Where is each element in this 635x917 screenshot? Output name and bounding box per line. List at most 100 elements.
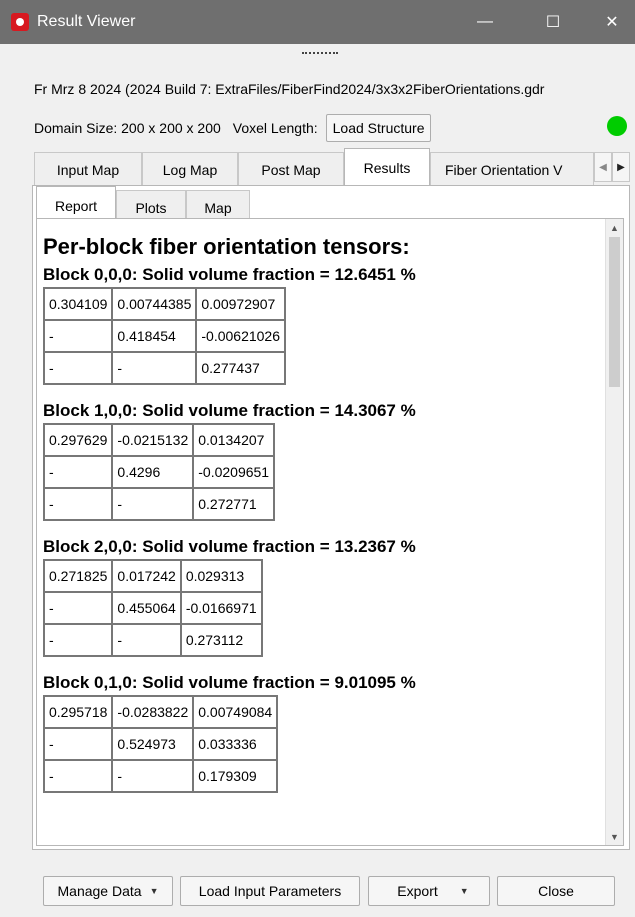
- tab-scroll-left-icon[interactable]: ◀: [594, 152, 612, 182]
- tensor-table: 0.304109 0.00744385 0.00972907 -0.418454 -0…: [43, 287, 287, 385]
- tab-label: Log Map: [162, 161, 218, 178]
- maximize-button[interactable]: ☐: [530, 0, 576, 44]
- block-section: Block 0,1,0: Solid volume fraction = 9.0…: [43, 671, 603, 793]
- tensor-table: 0.297629 -0.0215132 0.0134207 -0.4296 -0.02…: [43, 423, 276, 521]
- table-cell: 0.418454: [112, 320, 197, 352]
- table-cell: 0.033336: [193, 728, 278, 760]
- tab-results[interactable]: Results: [344, 148, 430, 186]
- table-cell: -: [44, 456, 113, 488]
- load-structure-button[interactable]: Load Structure: [325, 114, 432, 142]
- table-cell: -: [44, 760, 113, 792]
- block-title: Block 0,0,0: Solid volume fraction = 12.…: [43, 265, 416, 284]
- table-cell: -: [44, 624, 113, 656]
- block-section: Block 0,0,0: Solid volume fraction = 12.…: [43, 263, 603, 385]
- table-cell: 0.277437: [196, 352, 286, 384]
- tab-label: Fiber Orientation V: [445, 161, 563, 178]
- load-input-parameters-button[interactable]: Load Input Parameters: [180, 876, 360, 906]
- outer-tab-bar: Input Map Log Map Post Map Results Fiber…: [34, 148, 630, 186]
- table-cell: -: [112, 624, 181, 656]
- tab-log-map[interactable]: Log Map: [142, 152, 238, 186]
- table-row: -0.455064 -0.0166971: [44, 592, 262, 624]
- table-cell: 0.304109: [44, 288, 113, 320]
- table-row: - -0.179309: [44, 760, 278, 792]
- table-cell: 0.297629: [44, 424, 113, 456]
- voxel-length-label: Voxel Length:: [232, 120, 318, 136]
- tensor-table: 0.271825 0.017242 0.029313 -0.455064 -0.016…: [43, 559, 263, 657]
- dropdown-arrow-icon: ▼: [149, 886, 159, 896]
- block-section: Block 2,0,0: Solid volume fraction = 13.…: [43, 535, 603, 657]
- table-cell: 0.029313: [180, 560, 262, 592]
- table-row: 0.304109 0.00744385 0.00972907: [44, 288, 286, 320]
- report-document: Per-block fiber orientation tensors: Blo…: [43, 219, 603, 807]
- table-row: 0.295718 -0.0283822 0.00749084: [44, 696, 278, 728]
- table-row: 0.271825 0.017242 0.029313: [44, 560, 262, 592]
- report-view[interactable]: Per-block fiber orientation tensors: Blo…: [36, 218, 624, 846]
- window-title: Result Viewer: [37, 13, 136, 30]
- title-bar: Result Viewer — ☐ ✕: [0, 0, 635, 44]
- table-cell: -0.0209651: [193, 456, 275, 488]
- dropdown-arrow-icon: ▼: [459, 886, 469, 896]
- table-cell: -0.00621026: [196, 320, 286, 352]
- domain-info-row: Domain Size: 200 x 200 x 200 Voxel Lengt…: [34, 114, 432, 142]
- table-cell: 0.271825: [44, 560, 113, 592]
- table-cell: 0.017242: [112, 560, 181, 592]
- tab-input-map[interactable]: Input Map: [34, 152, 142, 186]
- block-title: Block 0,1,0: Solid volume fraction = 9.0…: [43, 673, 416, 692]
- tab-label: Map: [204, 199, 232, 216]
- table-cell: 0.4296: [112, 456, 194, 488]
- table-cell: -: [44, 352, 113, 384]
- table-cell: -0.0215132: [112, 424, 194, 456]
- table-cell: 0.00749084: [193, 696, 278, 728]
- table-cell: 0.00972907: [196, 288, 286, 320]
- close-button[interactable]: Close: [497, 876, 615, 906]
- scroll-up-icon[interactable]: ▲: [606, 219, 623, 236]
- table-cell: -: [112, 352, 197, 384]
- tab-label: Report: [54, 197, 98, 214]
- table-row: - -0.277437: [44, 352, 286, 384]
- footer-buttons: Manage Data ▼ Load Input Parameters Expor…: [0, 872, 635, 912]
- export-button[interactable]: Export ▼: [368, 876, 490, 906]
- table-row: - -0.272771: [44, 488, 275, 520]
- tab-label: Plots: [135, 199, 167, 216]
- version-info: Fr Mrz 8 2024 (2024 Build 7: ExtraFiles/…: [34, 81, 545, 97]
- vertical-scrollbar[interactable]: ▲ ▼: [605, 219, 623, 845]
- table-row: 0.297629 -0.0215132 0.0134207: [44, 424, 275, 456]
- table-cell: -: [112, 488, 194, 520]
- scrollbar-thumb[interactable]: [609, 237, 620, 387]
- scroll-down-icon[interactable]: ▼: [606, 828, 623, 845]
- tensor-table: 0.295718 -0.0283822 0.00749084 -0.524973 0.…: [43, 695, 279, 793]
- table-cell: 0.00744385: [112, 288, 197, 320]
- manage-data-button[interactable]: Manage Data ▼: [43, 876, 173, 906]
- table-cell: -: [44, 488, 113, 520]
- tab-fiber-orientation[interactable]: Fiber Orientation V: [430, 152, 594, 186]
- app-icon: [11, 13, 29, 31]
- table-row: -0.524973 0.033336: [44, 728, 278, 760]
- close-window-button[interactable]: ✕: [589, 0, 635, 44]
- tab-post-map[interactable]: Post Map: [238, 152, 344, 186]
- table-cell: -0.0283822: [112, 696, 194, 728]
- table-row: -0.4296 -0.0209651: [44, 456, 275, 488]
- splitter-grip[interactable]: [302, 52, 338, 56]
- status-indicator: [607, 116, 627, 136]
- table-cell: 0.273112: [180, 624, 262, 656]
- table-cell: 0.272771: [193, 488, 275, 520]
- table-cell: 0.455064: [112, 592, 181, 624]
- table-cell: 0.0134207: [193, 424, 275, 456]
- minimize-button[interactable]: —: [462, 0, 508, 44]
- tab-label: Post Map: [261, 161, 321, 178]
- domain-size-label: Domain Size: 200 x 200 x 200: [34, 120, 221, 136]
- block-section: Block 1,0,0: Solid volume fraction = 14.…: [43, 399, 603, 521]
- table-row: - -0.273112: [44, 624, 262, 656]
- table-cell: -: [44, 320, 113, 352]
- table-cell: -0.0166971: [180, 592, 262, 624]
- button-label: Export: [397, 883, 438, 899]
- block-title: Block 1,0,0: Solid volume fraction = 14.…: [43, 401, 416, 420]
- tab-scroll-right-icon[interactable]: ▶: [612, 152, 630, 182]
- block-title: Block 2,0,0: Solid volume fraction = 13.…: [43, 537, 416, 556]
- report-heading: Per-block fiber orientation tensors:: [43, 234, 410, 259]
- table-cell: -: [44, 592, 113, 624]
- table-cell: 0.524973: [112, 728, 194, 760]
- table-row: -0.418454 -0.00621026: [44, 320, 286, 352]
- table-cell: 0.179309: [193, 760, 278, 792]
- table-cell: -: [112, 760, 194, 792]
